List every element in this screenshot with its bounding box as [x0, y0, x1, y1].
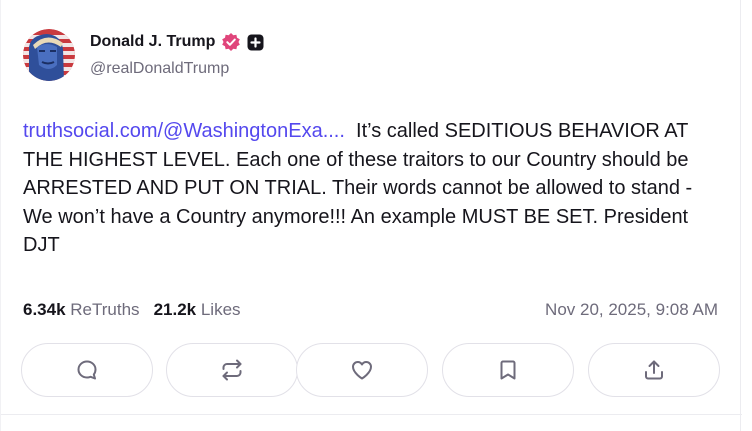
likes-stat[interactable]: 21.2k Likes — [154, 300, 241, 319]
bookmark-button[interactable] — [442, 343, 574, 397]
likes-label: Likes — [200, 300, 241, 319]
card-divider — [1, 414, 742, 415]
post-link[interactable]: truthsocial.com/@WashingtonExa.... — [23, 120, 345, 142]
author-name-row: Donald J. Trump — [90, 32, 264, 52]
retruths-label: ReTruths — [70, 300, 140, 319]
reply-button[interactable] — [21, 343, 153, 397]
like-button[interactable] — [296, 343, 428, 397]
retruths-stat[interactable]: 6.34k ReTruths — [23, 300, 140, 319]
post-card: Donald J. Trump @realDonaldTrump truthso… — [0, 0, 742, 431]
share-icon — [645, 360, 663, 380]
retruth-button[interactable] — [166, 343, 298, 397]
likes-count: 21.2k — [153, 300, 197, 319]
post-text-line-1: It’s called SEDITIOUS — [344, 120, 553, 142]
action-bar — [21, 343, 723, 399]
share-button[interactable] — [588, 343, 720, 397]
avatar[interactable] — [23, 29, 75, 81]
reply-icon — [77, 360, 97, 380]
verified-badge-icon — [221, 32, 241, 52]
post-timestamp[interactable]: Nov 20, 2025, 9:08 AM — [545, 300, 718, 320]
plus-badge-icon — [247, 34, 264, 51]
like-icon — [352, 361, 372, 380]
post-body: truthsocial.com/@WashingtonExa.... It’s … — [23, 117, 723, 260]
author-name[interactable]: Donald J. Trump — [90, 33, 215, 51]
retruths-count: 6.34k — [23, 300, 66, 319]
post-stats: 6.34k ReTruths 21.2k Likes — [23, 300, 241, 320]
bookmark-icon — [500, 360, 516, 380]
retruth-icon — [222, 359, 242, 381]
author-handle[interactable]: @realDonaldTrump — [90, 60, 229, 78]
